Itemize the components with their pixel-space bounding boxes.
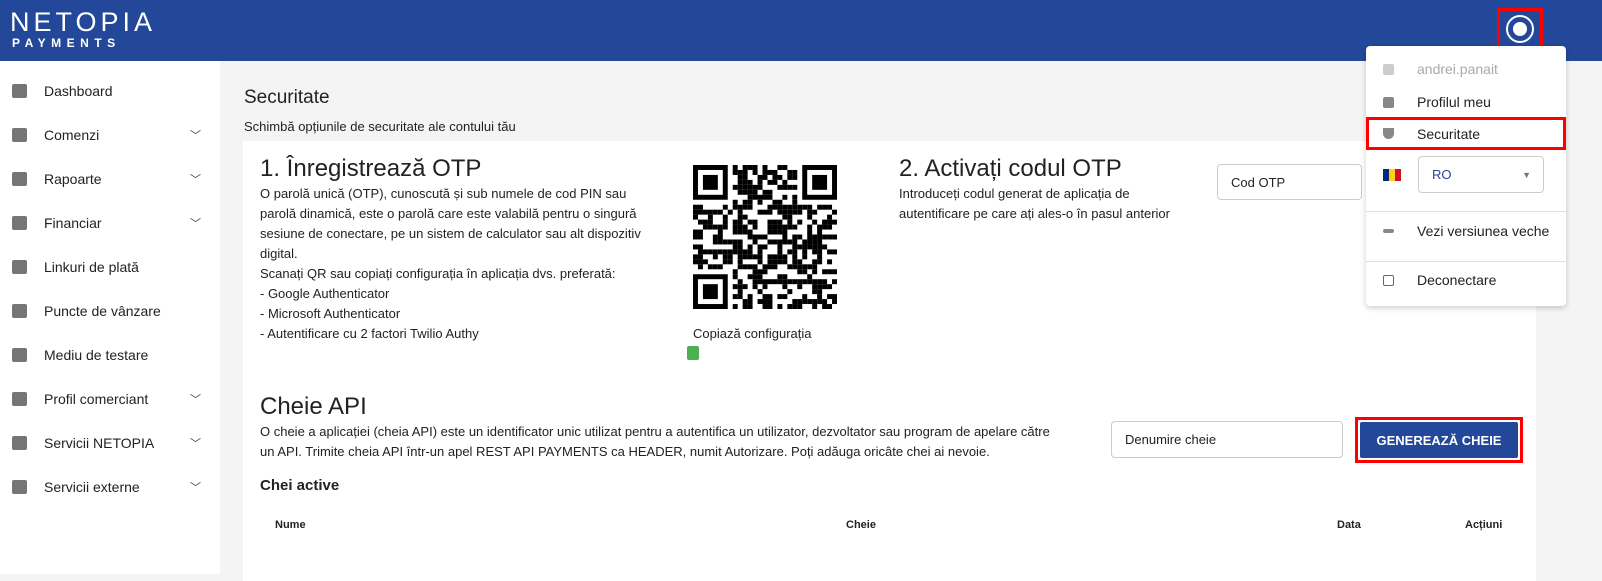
logo-subtext: PAYMENTS [12, 36, 121, 50]
shield-icon [1383, 128, 1394, 139]
activate-description: Introduceți codul generat de aplicația d… [899, 186, 1170, 221]
active-keys-title: Chei active [260, 477, 340, 494]
nav-icon [12, 436, 27, 450]
api-title: Cheie API [260, 393, 367, 420]
api-description: O cheie a aplicației (cheia API) este un… [260, 424, 1050, 459]
dropdown-arrow-icon: ▼ [1522, 169, 1531, 180]
chevron-down-icon: ﹀ [190, 218, 201, 230]
generate-key-highlight: GENEREAZĂ CHEIE [1355, 417, 1523, 463]
menu-item-logout[interactable]: Deconectare [1366, 265, 1566, 295]
chevron-down-icon: ﹀ [190, 394, 201, 406]
sidebar-item-label: Puncte de vânzare [44, 303, 161, 319]
generate-key-button[interactable]: GENEREAZĂ CHEIE [1360, 422, 1518, 458]
key-name-input[interactable]: Denumire cheie [1111, 421, 1343, 458]
nav-icon [12, 348, 27, 362]
activate-title: 2. Activați codul OTP [899, 155, 1122, 182]
sidebar-item-label: Financiar [44, 215, 102, 231]
nav-icon [12, 480, 27, 494]
sidebar-item-label: Mediu de testare [44, 347, 149, 363]
chevron-down-icon: ﹀ [190, 130, 201, 142]
chevron-down-icon: ﹀ [190, 482, 201, 494]
otp-description: O parolă unică (OTP), cunoscută și sub n… [260, 186, 641, 341]
copy-config-label[interactable]: Copiază configurația [693, 326, 812, 341]
menu-item-security[interactable]: Securitate [1366, 117, 1566, 150]
sidebar-item-label: Rapoarte [44, 171, 102, 187]
sidebar-item[interactable]: Rapoarte ﹀ [0, 157, 220, 201]
menu-username: andrei.panait [1366, 54, 1566, 84]
sidebar-item[interactable]: Servicii NETOPIA ﹀ [0, 421, 220, 465]
top-bar: NETOPIA PAYMENTS [0, 0, 1602, 61]
sidebar-item[interactable]: Profil comerciant ﹀ [0, 377, 220, 421]
menu-item-profile[interactable]: Profilul meu [1366, 87, 1566, 117]
romania-flag-icon [1383, 169, 1401, 181]
nav-icon [12, 304, 27, 318]
sidebar-item[interactable]: Comenzi ﹀ [0, 113, 220, 157]
sidebar-item[interactable]: Dashboard [0, 69, 220, 113]
language-select[interactable]: RO ▼ [1418, 156, 1544, 193]
copy-icon[interactable] [687, 346, 699, 360]
sidebar-item-label: Linkuri de plată [44, 259, 139, 275]
sidebar-item-label: Comenzi [44, 127, 100, 143]
otp-title: 1. Înregistrează OTP [260, 155, 482, 182]
column-header-key: Cheie [846, 519, 876, 531]
menu-item-old-version[interactable]: Vezi versiunea veche [1366, 216, 1566, 246]
nav-icon [12, 84, 27, 98]
page-title: Securitate [244, 87, 330, 108]
sidebar-item[interactable]: Mediu de testare [0, 333, 220, 377]
logo-text: NETOPIA [10, 7, 157, 37]
manage-account-icon [1383, 96, 1394, 108]
sidebar-item[interactable]: Financiar ﹀ [0, 201, 220, 245]
page-subtitle: Schimbă opțiunile de securitate ale cont… [244, 119, 516, 134]
nav-icon [12, 216, 27, 230]
nav-icon [12, 172, 27, 186]
chevron-down-icon: ﹀ [190, 438, 201, 450]
otp-qr-code [693, 165, 837, 309]
logout-icon [1383, 274, 1394, 286]
netopia-logo[interactable]: NETOPIA PAYMENTS [10, 8, 156, 50]
divider [1366, 261, 1566, 262]
otp-code-input[interactable]: Cod OTP [1217, 164, 1362, 200]
column-header-name: Nume [275, 519, 306, 531]
nav-icon [12, 392, 27, 406]
divider [1366, 211, 1566, 212]
column-header-date: Data [1337, 519, 1361, 531]
sidebar-item[interactable]: Servicii externe ﹀ [0, 465, 220, 509]
security-card: 1. Înregistrează OTP O parolă unică (OTP… [243, 141, 1536, 581]
swap-arrows-icon [1383, 229, 1394, 233]
chevron-down-icon: ﹀ [190, 174, 201, 186]
column-header-actions: Acțiuni [1465, 519, 1503, 531]
nav-icon [12, 260, 27, 274]
sidebar-item-label: Profil comerciant [44, 391, 149, 407]
account-menu-button[interactable] [1497, 8, 1543, 49]
nav-icon [12, 128, 27, 142]
sidebar-item[interactable]: Linkuri de plată [0, 245, 220, 289]
sidebar-item-label: Servicii externe [44, 479, 140, 495]
sidebar-item[interactable]: Puncte de vânzare [0, 289, 220, 333]
sidebar-item-label: Servicii NETOPIA [44, 435, 155, 451]
sidebar-item-label: Dashboard [44, 83, 113, 99]
account-dropdown-menu: andrei.panait Profilul meu Securitate RO… [1366, 46, 1566, 306]
sidebar: Dashboard Comenzi ﹀ Rapoarte ﹀ Financiar ﹀ Link… [0, 61, 220, 574]
account-circle-icon [1506, 14, 1534, 43]
person-icon [1383, 63, 1394, 75]
